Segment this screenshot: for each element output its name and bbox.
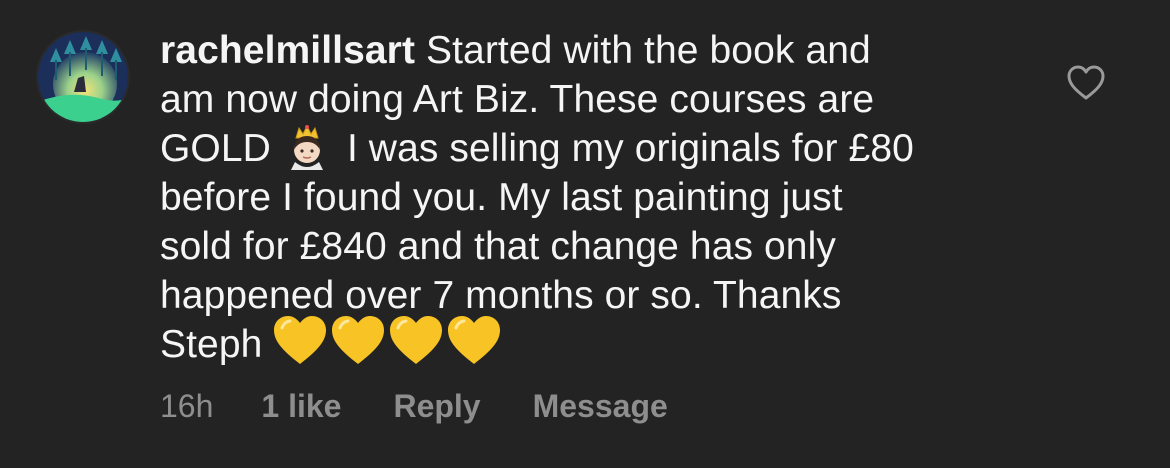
yellow-heart-emoji [274,315,327,364]
comment-line-1: rachelmillsart Started with the book and [160,26,1020,75]
message-button[interactable]: Message [533,388,668,425]
comment-line-3: GOLD I was selling my originals for £80 [160,124,1020,173]
like-count-link[interactable]: 1 like [261,388,341,425]
yellow-heart-emoji [390,315,443,364]
crowned-person-emoji [290,124,323,170]
comment-line-5: sold for £840 and that change has only [160,222,1020,271]
comment-text-line: sold for £840 and that change has only [160,225,836,268]
comment-line-4: before I found you. My last painting jus… [160,173,1020,222]
comment-text-line: before I found you. My last painting jus… [160,176,843,219]
comment-timestamp: 16h [160,388,214,424]
avatar-image [38,32,128,122]
comment-text-line: am now doing Art Biz. These courses are [160,78,875,121]
avatar[interactable] [36,30,130,124]
comment-line-6: happened over 7 months or so. Thanks [160,271,1020,320]
comment-username[interactable]: rachelmillsart [160,29,415,72]
comment-meta: 16h 1 like Reply Message [160,388,668,425]
comment-text-line: happened over 7 months or so. Thanks [160,274,842,317]
comment-text-line: Steph [160,323,263,366]
comment-line-2: am now doing Art Biz. These courses are [160,75,1020,124]
comment-line-7: Steph [160,315,1020,369]
comment-text: rachelmillsart Started with the book and… [160,26,1020,369]
yellow-heart-emoji [448,315,501,364]
comment-text-line: I was selling my originals for £80 [346,127,914,170]
hearts-emoji-group [272,315,504,366]
reply-button[interactable]: Reply [393,388,480,425]
comment-text-line: GOLD [160,127,271,170]
comment-text-line: Started with the book and [425,29,871,72]
yellow-heart-emoji [332,315,385,364]
comment: rachelmillsart Started with the book and… [0,0,1170,468]
heart-outline-icon[interactable] [1066,64,1106,102]
